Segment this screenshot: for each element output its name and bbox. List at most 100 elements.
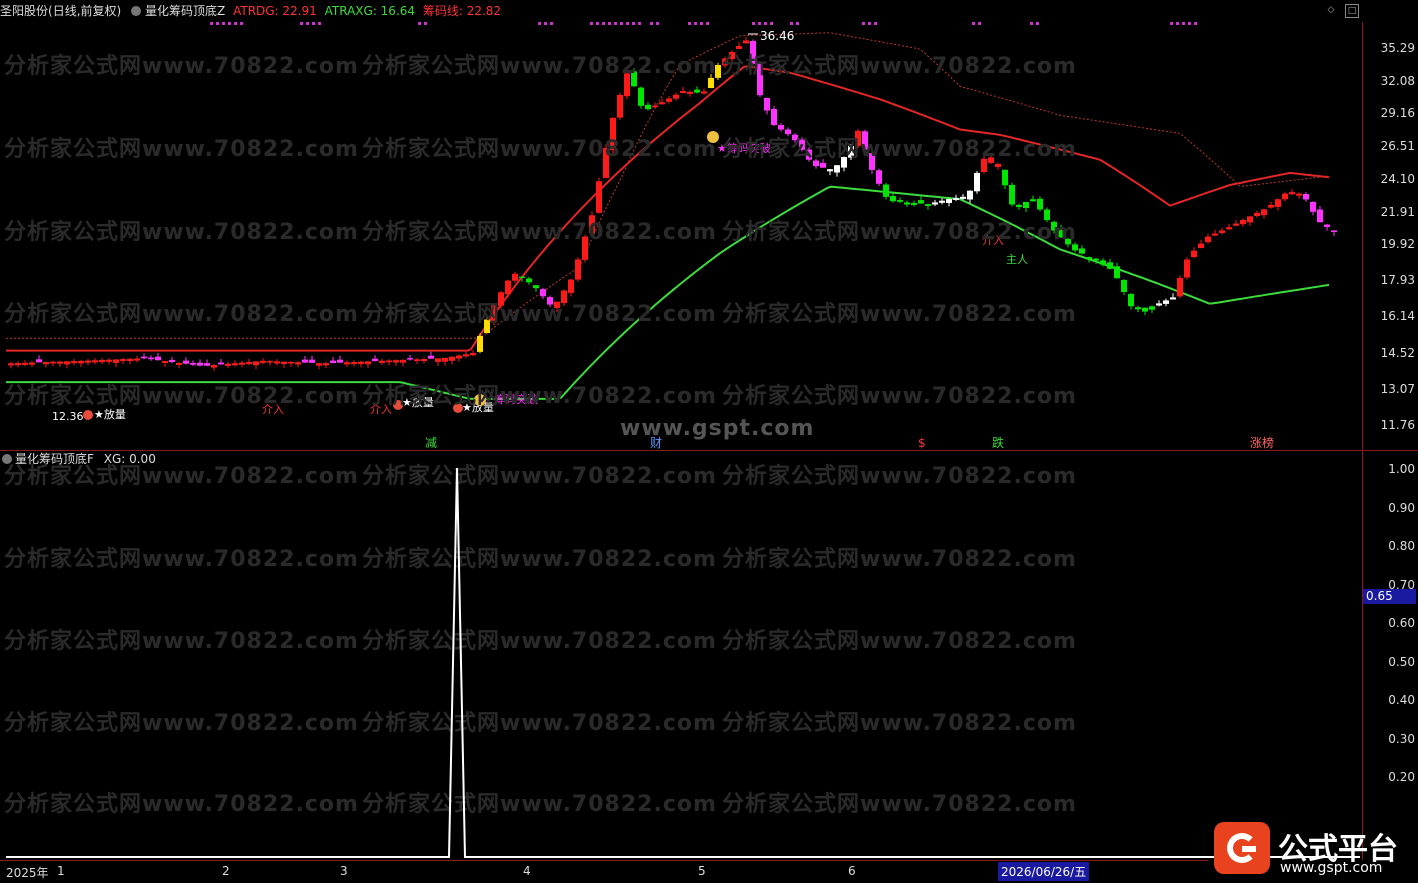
signal-dot [620,22,623,25]
signal-dot [764,22,767,25]
candle-body [841,157,847,168]
candlestick-chart[interactable]: 36.4612.36筹码突破★筹码突破★放量★放量 ★放量介入 介入介入主人减财 $ 跌… [0,22,1362,452]
candle-body [337,359,343,363]
candle-body [1163,300,1169,304]
candle-body [953,197,959,200]
candle-body [869,153,875,170]
candle-body [498,292,504,306]
volume-marker-icon [83,410,93,420]
signal-dot [758,22,761,25]
candle-body [1212,233,1218,236]
candle-body [1030,199,1036,202]
candle-body [1289,192,1295,195]
signal-dot [868,22,871,25]
candle-body [1233,223,1239,226]
candle-body [519,276,525,278]
price-axis: 35.29 32.08 29.16 26.51 24.10 21.91 19.92 17.93… [1362,22,1418,452]
candle-body [148,357,154,360]
signal-tick: 0.60 [1388,616,1415,630]
signal-tick: 0.30 [1388,731,1415,746]
candle-body [239,362,245,365]
candle-body [1009,184,1015,205]
time-axis: 2025年 1 2 3 4 5 6 2026/06/26/五 [0,860,1208,883]
ad-url: www.gspt.com [1280,860,1383,876]
candle-body [323,363,329,366]
signal-dot [228,22,231,25]
signal-dot [544,22,547,25]
gspt-ad-badge[interactable]: 公式平台 www.gspt.com [1208,816,1418,882]
indicator-name[interactable]: 量化筹码顶底Z [145,4,225,18]
candle-body [1072,244,1078,251]
candle-body [673,94,679,99]
volume-label: ★放量 [94,407,126,421]
candle-body [470,353,476,356]
indicator-settings-icon[interactable] [131,6,142,16]
candle-body [463,354,469,357]
stock-name[interactable]: 圣阳股份 [0,4,48,18]
candle-body [1317,209,1323,223]
low-price-label: 12.36 [52,410,84,423]
candle-body [421,359,427,362]
candle-body [1100,260,1106,265]
candle-body [120,359,126,361]
chip-breakthrough-label: 筹码突破 [494,392,538,406]
candle-body [92,360,98,363]
candle-body [1254,212,1260,216]
candle-body [379,360,385,363]
candle-body [897,200,903,202]
signal-tick: 0.90 [1388,500,1415,515]
candle-body [491,304,497,322]
owner-label: 主人 [1006,253,1028,266]
diamond-icon[interactable]: ◇ [1325,4,1337,16]
candle-body [1205,236,1211,243]
candle-body [316,363,322,366]
candle-body [547,297,553,305]
candle-body [1079,248,1085,254]
signal-dot [694,22,697,25]
candle-body [974,172,980,192]
candle-body [1121,280,1127,292]
candle-body [372,358,378,362]
candle-body [526,278,532,283]
chip-line-value: 筹码线: 22.82 [422,4,502,18]
signal-dot [790,22,793,25]
coin-marker-icon [707,131,719,143]
candle-body [1051,221,1057,231]
candle-body [1149,306,1155,310]
cursor-value-label: 0.65 [1363,589,1416,604]
signal-tick: 0.80 [1388,539,1415,553]
candle-body [554,301,560,308]
candle-body [330,360,336,363]
volume-label: ★放量 [402,395,434,409]
candle-body [1177,277,1183,297]
candle-body [1282,193,1288,200]
candle-body [85,360,91,363]
close-panel-icon[interactable]: □ [1345,4,1359,18]
signal-dot [752,22,755,25]
signal-chart[interactable] [0,451,1362,860]
candle-body [1184,259,1190,278]
candle-body [1002,169,1008,186]
candle-body [932,202,938,205]
price-tick: 11.76 [1380,418,1415,432]
candle-body [652,105,658,108]
signal-dot [972,22,975,25]
candle-body [162,361,168,363]
candle-body [540,289,546,297]
xg-signal-line [6,467,1360,858]
candle-body [365,361,371,365]
candle-body [1219,230,1225,233]
gspt-logo-icon [1214,822,1270,874]
candle-body [99,360,105,363]
candle-body [113,359,119,363]
candle-body [631,71,637,87]
candle-body [855,130,861,146]
price-tick: 13.07 [1380,381,1415,396]
candle-body [617,94,623,118]
candle-body [729,52,735,60]
candle-body [715,65,721,78]
candle-body [393,360,399,363]
signal-dot [538,22,541,25]
signal-tick: 0.20 [1388,770,1415,784]
candle-body [274,361,280,364]
